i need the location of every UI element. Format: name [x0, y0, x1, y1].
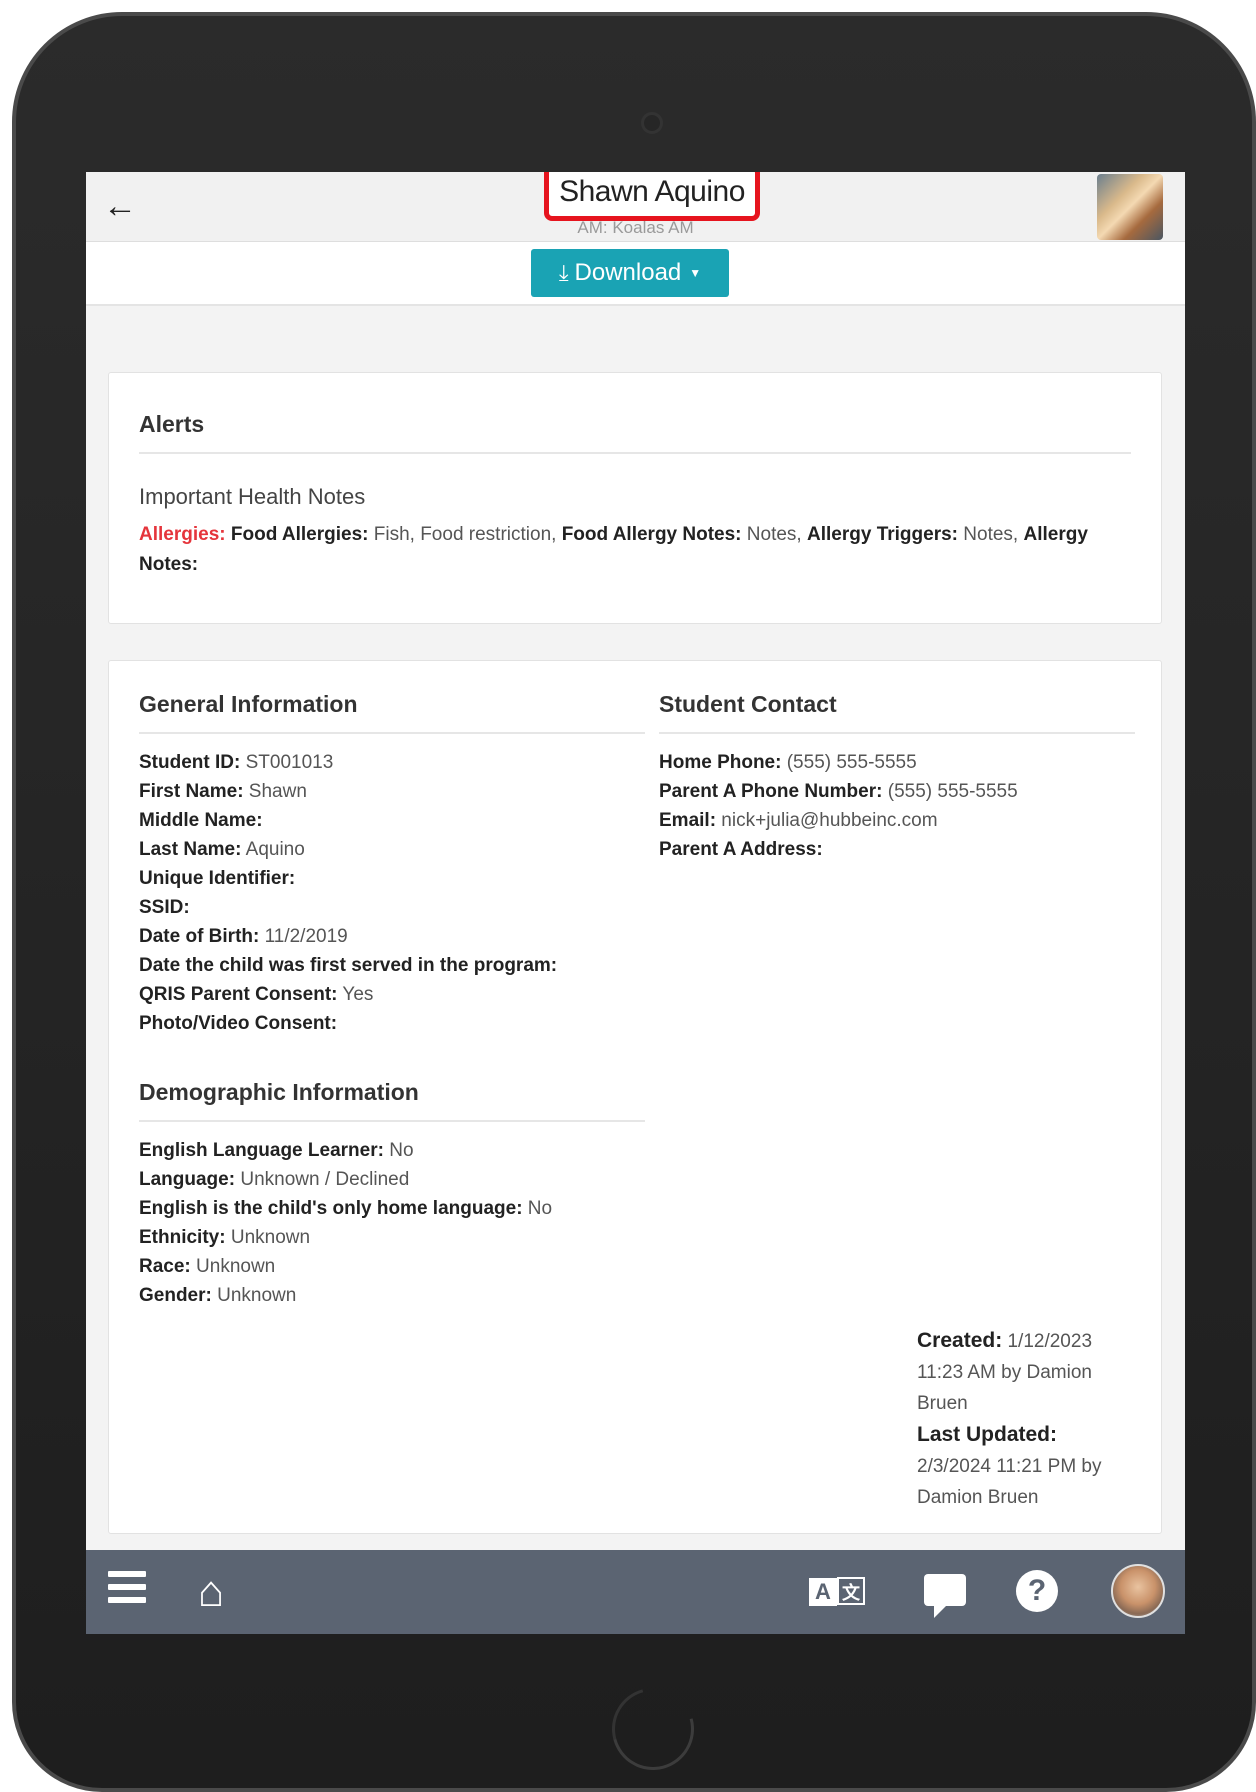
field-row: Ethnicity: Unknown — [139, 1227, 311, 1248]
child-photo-avatar[interactable] — [1097, 174, 1163, 240]
field-row: Parent A Address: — [659, 839, 823, 860]
chat-bubble-icon[interactable] — [924, 1564, 968, 1620]
field-row: English Language Learner: No — [139, 1140, 414, 1161]
classroom-subtitle: AM: Koalas AM — [577, 218, 694, 237]
general-information-title: General Information — [139, 691, 645, 734]
field-row: Race: Unknown — [139, 1256, 276, 1277]
page-title: Shawn Aquino — [559, 175, 745, 208]
chevron-down-icon: ▼ — [689, 266, 702, 280]
field-row: Middle Name: — [139, 810, 263, 831]
student-info-card: General Information Student ID: ST001013… — [108, 660, 1162, 1534]
download-label: Download — [574, 259, 682, 286]
field-row: Home Phone: (555) 555-5555 — [659, 752, 917, 773]
alerts-title: Alerts — [139, 411, 1131, 454]
record-metadata: Created: 1/12/2023 11:23 AM by Damion Br… — [917, 1325, 1127, 1513]
field-row: English is the child's only home languag… — [139, 1198, 553, 1219]
field-row: Last Name: Aquino — [139, 839, 305, 860]
field-row: Date of Birth: 11/2/2019 — [139, 926, 348, 947]
field-row: Email: nick+julia@hubbeinc.com — [659, 810, 938, 831]
demographic-fields: English Language Learner: No Language: U… — [139, 1136, 645, 1310]
student-contact-title: Student Contact — [659, 691, 1135, 734]
field-row: Student ID: ST001013 — [139, 752, 334, 773]
health-notes-title: Important Health Notes — [139, 484, 366, 509]
page-title-highlight: Shawn Aquino — [544, 172, 760, 221]
allergy-triggers-label: Allergy Triggers: — [807, 524, 958, 545]
user-avatar[interactable] — [1111, 1564, 1165, 1618]
demographic-information-section: Demographic Information English Language… — [139, 1079, 645, 1310]
field-row: SSID: — [139, 897, 190, 918]
hamburger-menu-icon[interactable] — [108, 1564, 148, 1620]
top-bar: ← AM: Koalas AM Shawn Aquino — [86, 172, 1185, 242]
field-row: Date the child was first served in the p… — [139, 955, 558, 976]
field-row: Language: Unknown / Declined — [139, 1169, 410, 1190]
general-information-section: General Information Student ID: ST001013… — [139, 691, 645, 1038]
home-icon[interactable]: ⌂ — [186, 1564, 236, 1620]
download-button[interactable]: ⤓ Download ▼ — [531, 249, 729, 297]
download-icon: ⤓ — [558, 260, 569, 285]
created-info: Created: 1/12/2023 11:23 AM by Damion Br… — [917, 1329, 1093, 1414]
contact-fields: Home Phone: (555) 555-5555 Parent A Phon… — [659, 748, 1135, 864]
food-allergies-value: Fish, Food restriction, — [368, 524, 557, 545]
field-row: First Name: Shawn — [139, 781, 307, 802]
home-button[interactable] — [596, 1672, 710, 1786]
field-row: Unique Identifier: — [139, 868, 296, 889]
updated-info: Last Updated: — [917, 1423, 1058, 1446]
help-icon[interactable]: ? — [1016, 1564, 1058, 1620]
food-allergy-notes-label: Food Allergy Notes: — [561, 524, 742, 545]
updated-value: 2/3/2024 11:21 PM by Damion Bruen — [917, 1456, 1102, 1508]
bottom-nav-bar: ⌂ A文 ? — [86, 1550, 1185, 1634]
allergies-label: Allergies: — [139, 524, 226, 545]
toolbar: ⤓ Download ▼ — [86, 242, 1185, 306]
field-row: Parent A Phone Number: (555) 555-5555 — [659, 781, 1018, 802]
field-row: Gender: Unknown — [139, 1285, 297, 1306]
field-row: Photo/Video Consent: — [139, 1013, 338, 1034]
camera-icon — [641, 112, 663, 134]
app-screen: ← AM: Koalas AM Shawn Aquino ⤓ Download ▼ … — [86, 172, 1185, 1634]
field-row: QRIS Parent Consent: Yes — [139, 984, 374, 1005]
translate-icon[interactable]: A文 — [806, 1564, 868, 1620]
general-fields: Student ID: ST001013 First Name: Shawn M… — [139, 748, 645, 1038]
demographic-information-title: Demographic Information — [139, 1079, 645, 1122]
student-contact-section: Student Contact Home Phone: (555) 555-55… — [659, 691, 1135, 864]
alerts-card: Alerts Important Health Notes Allergies:… — [108, 372, 1162, 624]
allergy-triggers-value: Notes, — [958, 524, 1019, 545]
food-allergy-notes-value: Notes, — [741, 524, 802, 545]
food-allergies-label: Food Allergies: — [230, 524, 369, 545]
allergy-summary: Allergies: Food Allergies: Fish, Food re… — [139, 520, 1131, 580]
